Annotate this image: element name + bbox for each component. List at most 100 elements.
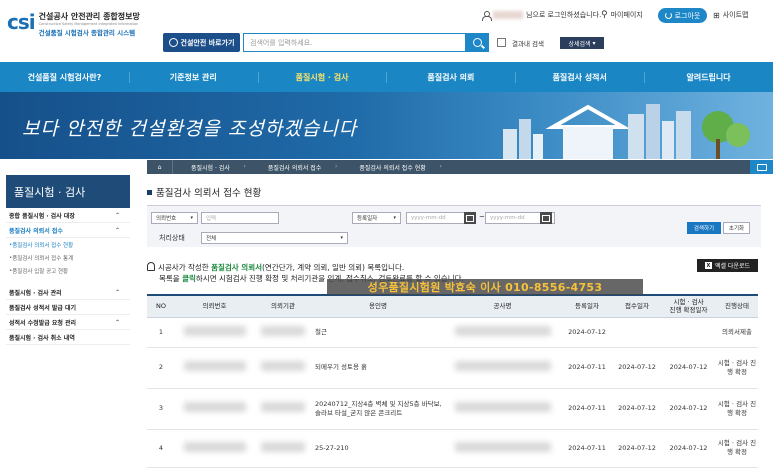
sidebar-subitem-label: 품질검사 입찰 공고 현황 (12, 268, 69, 275)
logout-button[interactable]: 로그아웃 (658, 8, 707, 23)
nav-item-notices[interactable]: 알려드립니다 (644, 62, 773, 92)
sidebar-menu: 종합 품질시험 · 검사 대장 ⌃ 품질검사 의뢰서 접수 ⌃ • 품질검사 의… (6, 208, 130, 345)
sidebar-item-label: 품질검사 성적서 발급 대기 (9, 304, 76, 312)
column-header[interactable]: 접수일자 (613, 294, 661, 318)
requester-redacted (254, 347, 312, 389)
chevron-down-icon: ▾ (340, 235, 343, 241)
page-title: 품질검사 의뢰서 접수 현황 (147, 185, 261, 199)
table-row[interactable]: 3 20240712_지상4층 벽체 및 지상5층 바닥보, 슬라브 타설_굳지… (147, 388, 758, 430)
status-filter-select[interactable]: 전체 ▾ (201, 232, 348, 244)
home-icon[interactable]: ⌂ (147, 160, 173, 174)
table-row[interactable]: 1 철근 2024-07-12 의뢰서제출 (147, 317, 758, 348)
date-type-select[interactable]: 등록일자 ▾ (352, 212, 401, 224)
detail-search-button[interactable]: 상세검색 ▾ (560, 37, 604, 49)
sidebar-item-request-intake[interactable]: 품질검사 의뢰서 접수 ⌃ (6, 223, 130, 238)
sitemap-link[interactable]: ⊞ 사이트맵 (713, 10, 748, 20)
search-submit-button[interactable]: 검색하기 (687, 222, 721, 234)
search-keyword-input[interactable]: 입력 (201, 212, 279, 224)
sidebar-item-cancellations[interactable]: 품질시험 · 검사 취소 내역 (6, 330, 130, 345)
column-header[interactable]: 의뢰번호 (175, 294, 254, 318)
shortcut-label: 건설안전 바로가기 (180, 38, 235, 47)
column-header[interactable]: NO (147, 294, 175, 318)
sidebar-subitem-intake-stats[interactable]: • 품질검사 의뢰서 접수 통계 (6, 251, 130, 264)
chevron-up-icon: ⌃ (114, 288, 120, 296)
sidebar-item-reissue-requests[interactable]: 성적서 수정발급 요청 관리 ⌃ (6, 315, 130, 330)
person-search-icon: ⚲ (601, 10, 608, 20)
sidebar-subitem-bid-notices[interactable]: • 품질검사 입찰 공고 현황 (6, 264, 130, 277)
column-header[interactable]: 등록일자 (561, 294, 613, 318)
notice-text: (연간단가, 계약 의뢰, 일반 의뢰) 목록입니다. (262, 263, 405, 272)
logo-mark: csi (7, 10, 36, 34)
column-header[interactable]: 용인명 (312, 294, 444, 318)
column-header[interactable]: 의뢰기관 (254, 294, 312, 318)
nav-item-inspection-report[interactable]: 품질검사 성적서 (515, 62, 644, 92)
row-number: 1 (147, 317, 175, 348)
promo-overlay-banner: 성우품질시험원 박효숙 이사 010-8556-4753 (327, 279, 643, 295)
bell-icon (147, 262, 155, 271)
table-row[interactable]: 2 되메우기 성토용 흙 2024-07-11 2024-07-12 2024-… (147, 347, 758, 389)
requester-redacted (254, 388, 312, 430)
requester-redacted (254, 317, 312, 348)
registration-date: 2024-07-11 (561, 347, 613, 389)
sidebar-item-label: 품질시험 · 검사 취소 내역 (9, 334, 75, 342)
breadcrumb-item[interactable]: 품질검사 의뢰서 접수 (250, 163, 342, 172)
nav-item-inspection-request[interactable]: 품질검사 의뢰 (386, 62, 515, 92)
chevron-up-icon: ⌃ (114, 226, 120, 234)
row-number: 4 (147, 429, 175, 468)
excel-download-button[interactable]: X 엑셀 다운로드 (697, 259, 758, 272)
search-type-value: 의뢰번호 (156, 216, 177, 222)
column-header[interactable]: 시험 · 검사 진행 확정일자 (661, 294, 716, 318)
search-input[interactable]: 검색어를 입력하세요. (243, 33, 465, 52)
sidebar-item-label: 성적서 수정발급 요청 관리 (9, 319, 76, 327)
row-number: 3 (147, 388, 175, 430)
reset-button[interactable]: 초기화 (723, 222, 750, 234)
nav-item-about[interactable]: 건설품질 시험검사란? (0, 62, 129, 92)
globe-icon (168, 38, 178, 47)
column-header[interactable]: 공사명 (444, 294, 561, 318)
calendar-icon[interactable] (540, 212, 552, 224)
request-number-redacted (175, 317, 254, 348)
sidebar-subitem-label: 품질검사 의뢰서 접수 현황 (12, 242, 74, 249)
search-button[interactable] (465, 33, 489, 52)
notice-text: 목록을 (159, 274, 183, 283)
search-in-results-checkbox[interactable] (497, 38, 506, 47)
search-type-select[interactable]: 의뢰번호 ▾ (151, 212, 198, 224)
nav-item-quality-test[interactable]: 품질시험 · 검사 (257, 62, 387, 92)
sidebar-item-report-pending[interactable]: 품질검사 성적서 발급 대기 (6, 300, 130, 315)
column-header[interactable]: 진행상태 (716, 294, 758, 318)
project-name-redacted (444, 317, 561, 348)
page-title-text: 품질검사 의뢰서 접수 현황 (156, 188, 262, 199)
receipt-date: 2024-07-12 (613, 347, 661, 389)
sidebar-item-label: 품질시험 · 검사 관리 (9, 289, 62, 297)
status-text: 시험 · 검사 진행 확정 (716, 388, 758, 430)
status-text: 시험 · 검사 진행 확정 (716, 429, 758, 468)
project-name-redacted (444, 347, 561, 389)
project-name-redacted (444, 388, 561, 430)
notice-text: 시공사가 작성한 (158, 263, 212, 272)
search-in-results-label: 결과내 검색 (512, 40, 544, 48)
table-row[interactable]: 4 25-27-210 2024-07-11 2024-07-12 2024-0… (147, 429, 758, 468)
breadcrumb-item[interactable]: 품질검사 의뢰서 접수 현황 (341, 163, 445, 172)
calendar-icon[interactable] (464, 212, 476, 224)
nav-item-reference-data[interactable]: 기준정보 관리 (128, 62, 258, 92)
sidebar-item-master-ledger[interactable]: 종합 품질시험 · 검사 대장 ⌃ (6, 208, 130, 223)
receipt-date (613, 317, 661, 348)
sidebar-subitem-intake-status[interactable]: • 품질검사 의뢰서 접수 현황 (6, 238, 130, 251)
sidebar-item-test-management[interactable]: 품질시험 · 검사 관리 ⌃ (6, 285, 130, 300)
confirmation-date (661, 317, 716, 348)
print-button[interactable] (750, 160, 773, 174)
registration-date: 2024-07-11 (561, 429, 613, 468)
project-name-redacted (444, 429, 561, 468)
mypage-label: 마이페이지 (610, 11, 643, 19)
site-logo[interactable]: csi 건설공사 안전관리 종합정보망 Construction Safety … (7, 12, 140, 38)
breadcrumb-item[interactable]: 품질시험 · 검사 (173, 163, 250, 172)
request-number-redacted (175, 347, 254, 389)
request-number-redacted (175, 388, 254, 430)
construction-safety-shortcut-button[interactable]: 건설안전 바로가기 (163, 33, 240, 52)
usage-title: 철근 (312, 317, 444, 348)
mypage-link[interactable]: ⚲ 마이페이지 (601, 10, 643, 20)
site-header: csi 건설공사 안전관리 종합정보망 Construction Safety … (0, 0, 773, 62)
confirmation-date: 2024-07-12 (661, 388, 716, 430)
date-range-separator: ~ (479, 213, 485, 221)
user-icon (482, 10, 492, 21)
